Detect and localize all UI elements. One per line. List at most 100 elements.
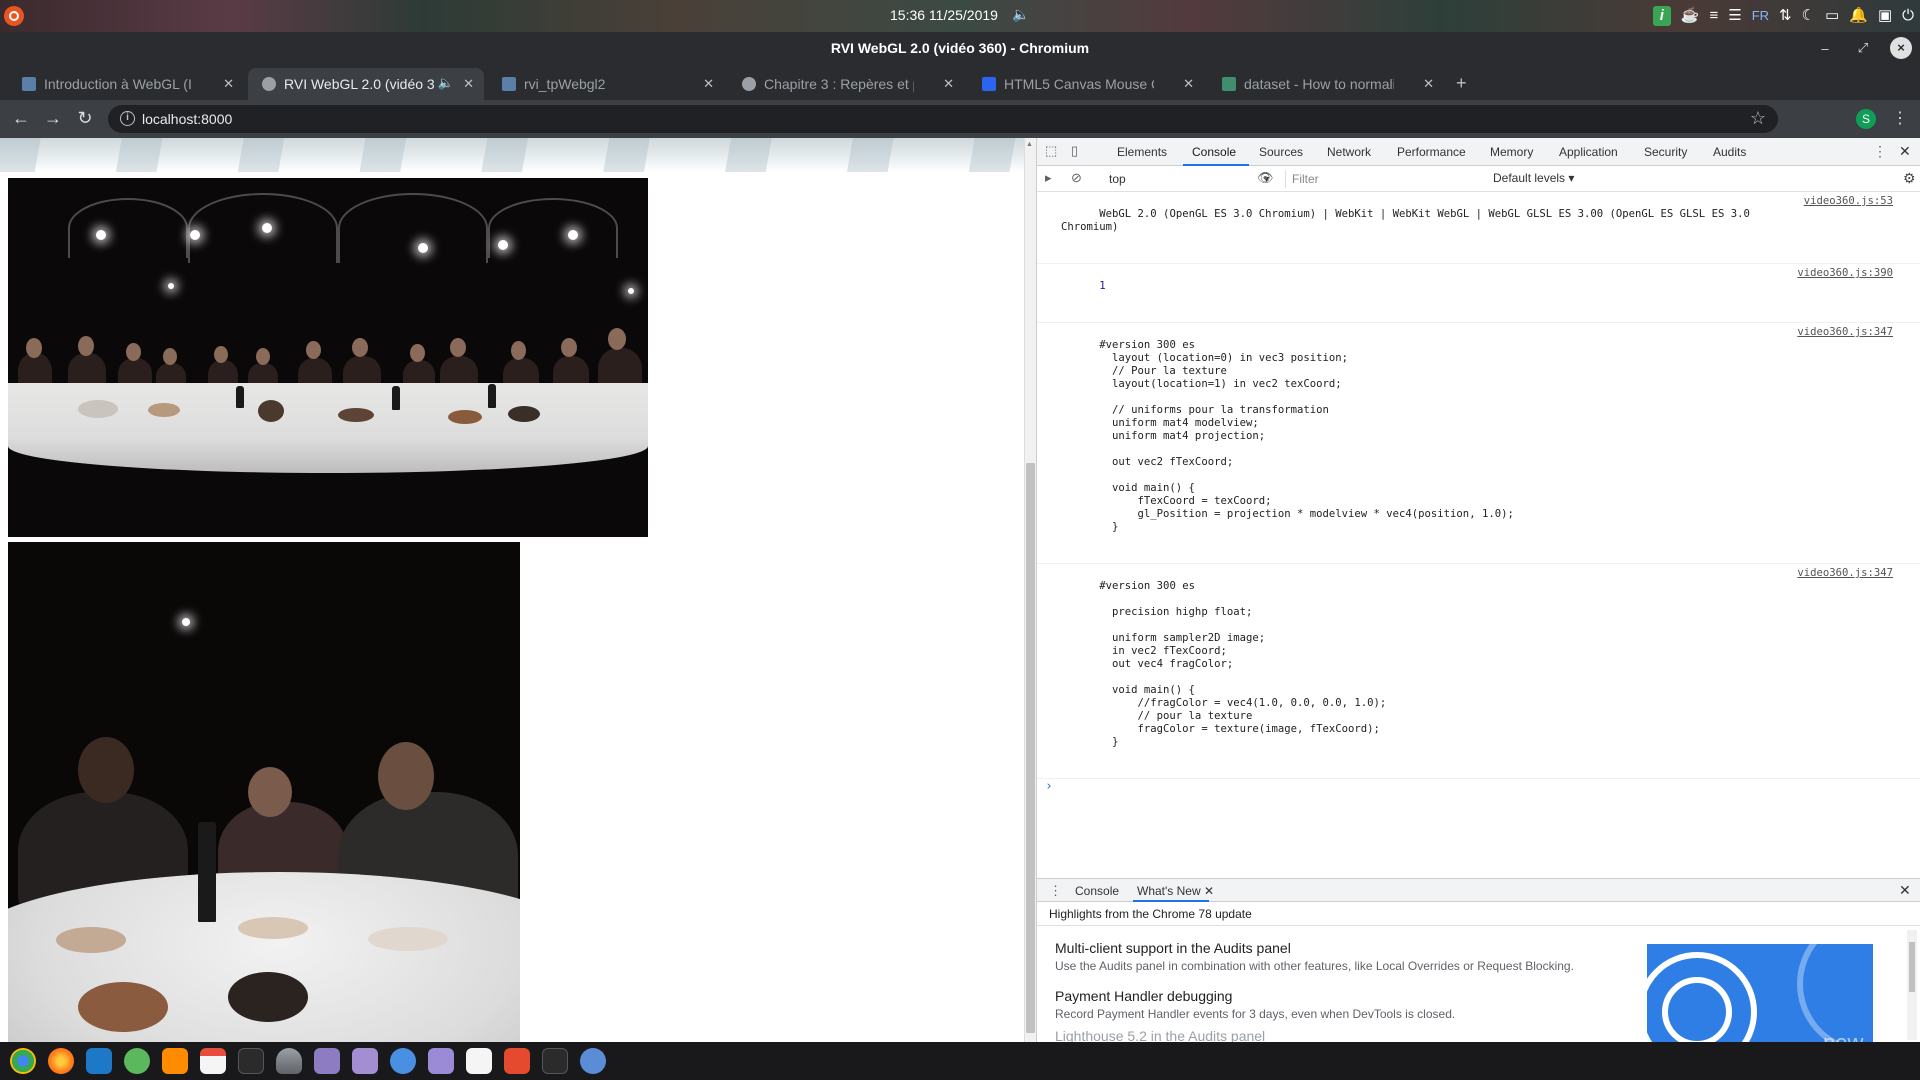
tab-performance[interactable]: Performance <box>1397 145 1466 159</box>
bell-icon[interactable]: 🔔 <box>1849 4 1868 28</box>
folder-icon[interactable] <box>428 1048 454 1074</box>
menu-icon[interactable]: ☰ <box>1728 4 1741 28</box>
clear-console-icon[interactable]: ⊘ <box>1071 171 1086 185</box>
profile-avatar[interactable]: S <box>1856 109 1876 129</box>
chromium-icon[interactable] <box>580 1048 606 1074</box>
ceiling-light <box>568 230 578 240</box>
clock[interactable]: 15:36 11/25/2019 <box>890 7 998 23</box>
tab-audits[interactable]: Audits <box>1713 145 1746 159</box>
vlc-icon[interactable] <box>162 1048 188 1074</box>
drawer-menu-icon[interactable]: ⋮ <box>1049 883 1062 899</box>
tab-html5-canvas[interactable]: HTML5 Canvas Mouse Co ✕ <box>968 68 1204 100</box>
tab-rvi-webgl[interactable]: RVI WebGL 2.0 (vidéo 3 🔈 ✕ <box>248 68 484 100</box>
site-info-icon[interactable]: i <box>120 111 135 126</box>
drawer-close-icon[interactable]: ✕ <box>1899 882 1911 899</box>
scroll-up-arrow-icon[interactable]: ▲ <box>1026 141 1033 148</box>
calendar-icon[interactable] <box>200 1048 226 1074</box>
whats-new-video-thumbnail[interactable]: new <box>1647 944 1873 1042</box>
music-icon[interactable] <box>466 1048 492 1074</box>
info-indicator-icon[interactable]: i <box>1652 6 1671 26</box>
close-tab-icon[interactable]: ✕ <box>1423 76 1434 92</box>
ubuntu-logo-icon[interactable] <box>4 6 24 26</box>
vscode-icon[interactable] <box>86 1048 112 1074</box>
tab-security[interactable]: Security <box>1644 145 1687 159</box>
devtools-close-icon[interactable]: ✕ <box>1899 143 1911 160</box>
back-icon[interactable]: ← <box>10 108 32 129</box>
tab-console[interactable]: Console <box>1192 145 1236 159</box>
whats-new-item-title[interactable]: Multi-client support in the Audits panel <box>1055 940 1291 956</box>
network-icon[interactable]: ⇅ <box>1779 4 1792 28</box>
whats-new-scrollbar-thumb[interactable] <box>1909 942 1915 992</box>
url-text[interactable]: localhost:8000 <box>142 111 232 127</box>
volume-icon[interactable]: 🔈 <box>1012 6 1029 23</box>
terminal2-icon[interactable] <box>542 1048 568 1074</box>
window-icon[interactable]: ▣ <box>1878 4 1892 28</box>
close-window-icon[interactable]: × <box>1890 37 1912 59</box>
browser-menu-icon[interactable]: ⋮ <box>1892 108 1908 128</box>
message-source-link[interactable]: video360.js:347 <box>1797 567 1893 580</box>
inkscape-icon[interactable] <box>276 1048 302 1074</box>
whats-new-scrollbar[interactable] <box>1907 930 1917 1040</box>
device-toolbar-icon[interactable]: ▯ <box>1071 144 1086 158</box>
message-source-link[interactable]: video360.js:347 <box>1797 326 1893 339</box>
settings-icon[interactable] <box>314 1048 340 1074</box>
minimize-icon[interactable]: – <box>1814 41 1836 56</box>
log-levels-dropdown[interactable]: Default levels ▾ <box>1493 171 1574 185</box>
language-indicator[interactable]: FR <box>1752 4 1769 28</box>
firefox-icon[interactable] <box>48 1048 74 1074</box>
tab-sources[interactable]: Sources <box>1259 145 1303 159</box>
tab-rvi-tpwebgl2[interactable]: rvi_tpWebgl2 ✕ <box>488 68 724 100</box>
new-tab-button[interactable]: + <box>1456 73 1467 94</box>
tab-network[interactable]: Network <box>1327 145 1371 159</box>
address-bar[interactable]: i localhost:8000 ☆ <box>108 105 1778 133</box>
tab-elements[interactable]: Elements <box>1117 145 1167 159</box>
close-tab-icon[interactable]: ✕ <box>1183 76 1194 92</box>
close-drawer-tab-icon[interactable]: ✕ <box>1204 884 1214 898</box>
chrome-icon[interactable] <box>10 1048 36 1074</box>
reload-icon[interactable]: ↻ <box>74 108 96 129</box>
context-select[interactable]: top ▼ <box>1105 170 1275 188</box>
terminal-icon[interactable] <box>238 1048 264 1074</box>
page-scrollbar[interactable]: ▲ <box>1024 138 1036 1042</box>
devtools-more-icon[interactable]: ⋮ <box>1873 143 1887 160</box>
cup-icon[interactable]: ☕ <box>1681 4 1700 28</box>
close-tab-icon[interactable]: ✕ <box>463 76 474 92</box>
close-tab-icon[interactable]: ✕ <box>223 76 234 92</box>
files-icon[interactable] <box>352 1048 378 1074</box>
whats-new-item-title[interactable]: Lighthouse 5.2 in the Audits panel <box>1055 1028 1265 1042</box>
tab-application[interactable]: Application <box>1559 145 1618 159</box>
page-scrollbar-thumb[interactable] <box>1026 463 1035 1033</box>
tab-dataset[interactable]: dataset - How to normali ✕ <box>1208 68 1444 100</box>
ceiling-light <box>182 618 190 626</box>
maximize-icon[interactable]: ⤢ <box>1852 40 1874 56</box>
drawer-tab-whats-new[interactable]: What's New ✕ <box>1137 884 1214 898</box>
close-tab-icon[interactable]: ✕ <box>943 76 954 92</box>
forward-icon[interactable]: → <box>42 108 64 129</box>
message-source-link[interactable]: video360.js:53 <box>1804 195 1893 208</box>
live-expression-eye-icon[interactable]: 👁 <box>1257 171 1274 185</box>
console-prompt[interactable]: › <box>1037 779 1920 799</box>
inspect-element-icon[interactable]: ⬚ <box>1045 144 1060 158</box>
message-source-link[interactable]: video360.js:390 <box>1797 267 1893 280</box>
list-icon[interactable]: ≡ <box>1709 4 1718 28</box>
audio-playing-icon[interactable]: 🔈 <box>438 75 454 91</box>
night-mode-icon[interactable]: ☾ <box>1802 4 1815 28</box>
drawer-tab-console[interactable]: Console <box>1075 884 1119 898</box>
video-360-perspective-canvas[interactable] <box>8 542 520 1042</box>
video-360-equirectangular-canvas[interactable] <box>8 178 648 537</box>
tab-chapitre-3[interactable]: Chapitre 3 : Repères et p ✕ <box>728 68 964 100</box>
sidebar-toggle-icon[interactable]: ▸ <box>1045 171 1060 185</box>
whats-new-item-title[interactable]: Payment Handler debugging <box>1055 988 1232 1004</box>
close-tab-icon[interactable]: ✕ <box>703 76 714 92</box>
folder-icon[interactable]: ▭ <box>1825 4 1839 28</box>
bookmark-star-icon[interactable]: ☆ <box>1750 108 1766 129</box>
atom-icon[interactable] <box>124 1048 150 1074</box>
photos-icon[interactable] <box>504 1048 530 1074</box>
console-filter-input[interactable] <box>1285 170 1465 188</box>
tab-memory[interactable]: Memory <box>1490 145 1533 159</box>
page-viewport <box>0 138 1024 1042</box>
console-settings-gear-icon[interactable]: ⚙ <box>1903 170 1916 187</box>
power-icon[interactable]: ⏻ <box>1902 4 1914 28</box>
browser-icon[interactable] <box>390 1048 416 1074</box>
tab-introduction-webgl[interactable]: Introduction à WebGL (I ✕ <box>8 68 244 100</box>
